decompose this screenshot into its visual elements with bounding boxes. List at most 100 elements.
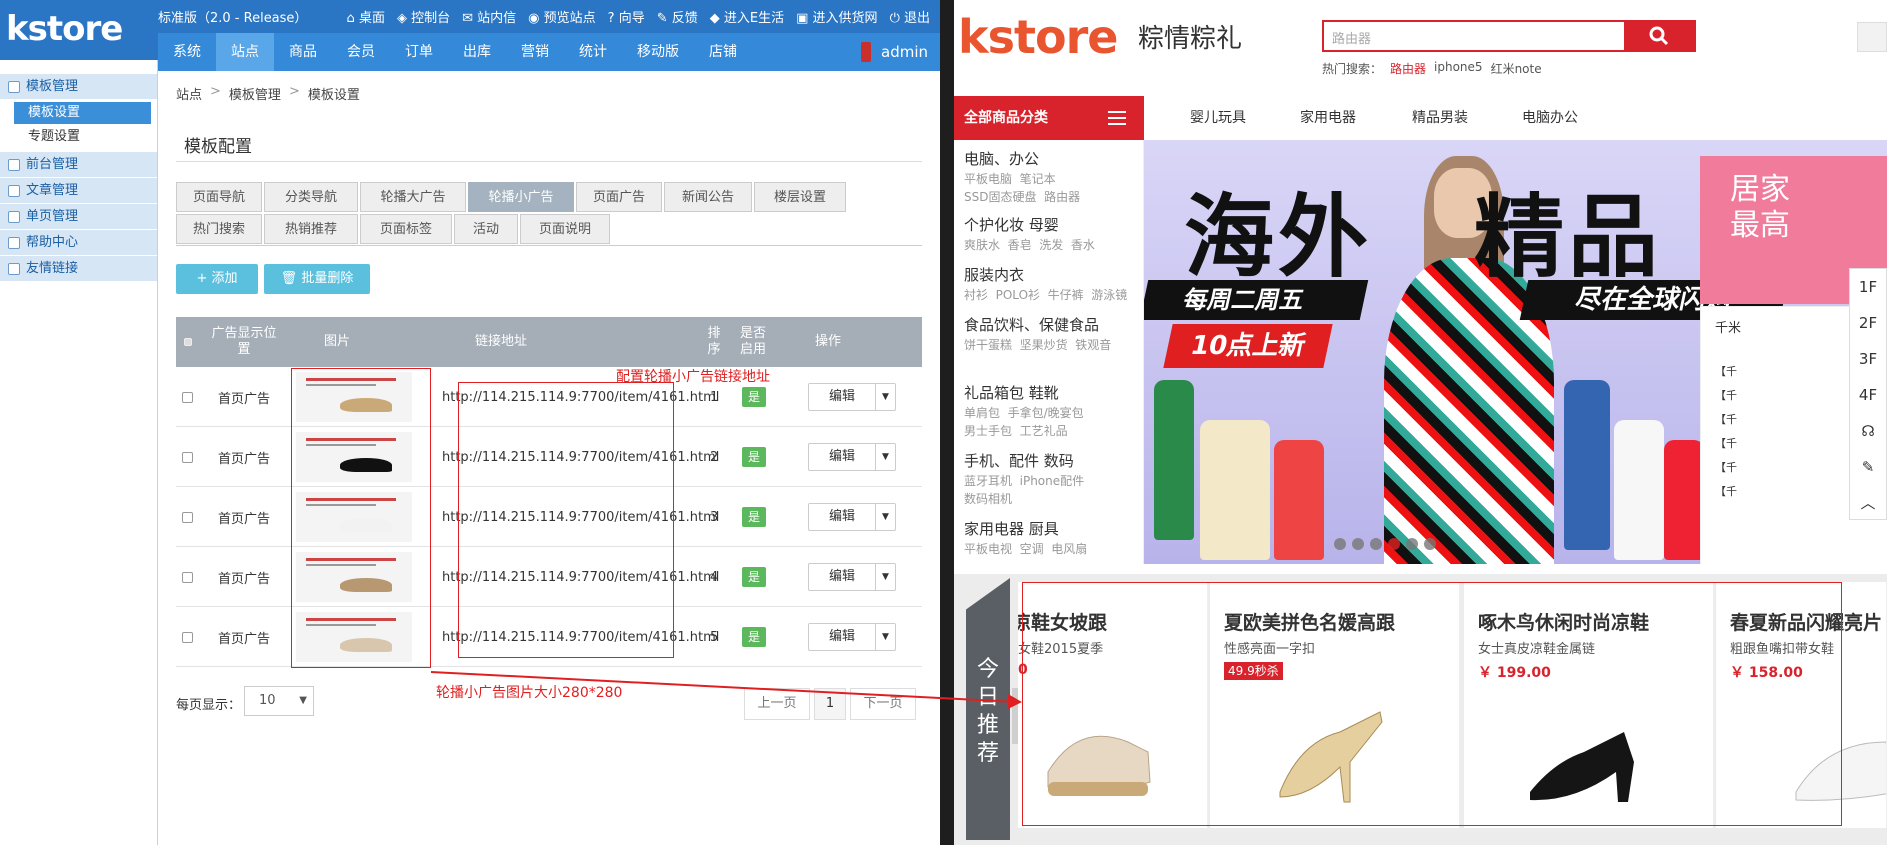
floor-1[interactable]: 1F <box>1850 269 1886 305</box>
caret-down-icon[interactable]: ▼ <box>875 384 895 410</box>
all-categories-button[interactable]: 全部商品分类 <box>954 96 1144 140</box>
toplink-supply[interactable]: ▣ 进入供货网 <box>796 7 877 26</box>
search-input[interactable]: 路由器 <box>1332 28 1371 47</box>
nav-member[interactable]: 会员 <box>332 33 390 71</box>
floor-3[interactable]: 3F <box>1850 341 1886 377</box>
main-banner[interactable]: 海外 精品 每周二周五 10点上新 尽在全球闪购 居家 最高 千米 【千 【千 【千… <box>1144 140 1887 564</box>
next-page-button[interactable]: 下一页 <box>850 688 916 720</box>
caret-down-icon[interactable]: ▼ <box>875 564 895 590</box>
prev-page-button[interactable]: 上一页 <box>744 688 810 720</box>
tab-page-tags[interactable]: 页面标签 <box>360 214 452 244</box>
pen-icon[interactable]: ✎ <box>1850 449 1886 485</box>
nav-marketing[interactable]: 营销 <box>506 33 564 71</box>
news-item[interactable]: 【千 <box>1715 411 1737 427</box>
category-subs[interactable]: 平板电视 空调 电风扇 <box>964 540 1087 558</box>
tab-floors[interactable]: 楼层设置 <box>754 182 846 212</box>
floor-2[interactable]: 2F <box>1850 305 1886 341</box>
page-number-button[interactable]: 1 <box>814 688 846 720</box>
category-title[interactable]: 礼品箱包 鞋靴 <box>964 382 1059 403</box>
sidebar-group-frontend[interactable]: 前台管理 <box>0 152 157 178</box>
tab-page-nav[interactable]: 页面导航 <box>176 182 262 212</box>
floor-4[interactable]: 4F <box>1850 377 1886 413</box>
tab-news[interactable]: 新闻公告 <box>664 182 752 212</box>
page-size-select[interactable]: 10 ▼ <box>244 686 314 716</box>
store-nav-office[interactable]: 电脑办公 <box>1522 96 1578 140</box>
select-all-checkbox[interactable] <box>180 317 196 367</box>
category-subs[interactable]: 平板电脑 笔记本 SSD固态硬盘 路由器 <box>964 170 1080 206</box>
tab-hot-recommend[interactable]: 热销推荐 <box>264 214 358 244</box>
hot-term[interactable]: iphone5 <box>1434 60 1483 77</box>
sidebar-group-articles[interactable]: 文章管理 <box>0 178 157 204</box>
caret-down-icon[interactable]: ▼ <box>875 444 895 470</box>
nav-mobile[interactable]: 移动版 <box>622 33 694 71</box>
tab-category-nav[interactable]: 分类导航 <box>264 182 358 212</box>
tab-page-ads[interactable]: 页面广告 <box>576 182 662 212</box>
breadcrumb-item[interactable]: 站点 <box>176 84 202 103</box>
sidebar-group-pages[interactable]: 单页管理 <box>0 204 157 230</box>
store-nav-menswear[interactable]: 精品男装 <box>1412 96 1468 140</box>
tab-activity[interactable]: 活动 <box>454 214 518 244</box>
breadcrumb-item[interactable]: 模板管理 <box>229 84 281 103</box>
store-nav-toys[interactable]: 婴儿玩具 <box>1190 96 1246 140</box>
row-checkbox[interactable] <box>182 631 193 643</box>
category-subs[interactable]: 衬衫 POLO衫 牛仔裤 游泳镜 <box>964 286 1127 304</box>
nav-outbound[interactable]: 出库 <box>448 33 506 71</box>
tab-carousel-small[interactable]: 轮播小广告 <box>468 182 574 212</box>
category-title[interactable]: 个护化妆 母婴 <box>964 214 1059 235</box>
toplink-messages[interactable]: ✉ 站内信 <box>462 7 516 26</box>
nav-order[interactable]: 订单 <box>390 33 448 71</box>
batch-delete-button[interactable]: 🗑 批量删除 <box>264 264 370 294</box>
sidebar-group-template[interactable]: 模板管理 <box>0 74 157 100</box>
cart-icon[interactable] <box>1857 22 1887 52</box>
row-checkbox[interactable] <box>182 391 193 403</box>
toplink-logout[interactable]: ⏻ 退出 <box>890 7 930 26</box>
news-item[interactable]: 【千 <box>1715 435 1737 451</box>
toplink-feedback[interactable]: ✎ 反馈 <box>657 7 698 26</box>
toplink-guide[interactable]: ? 向导 <box>608 7 645 26</box>
category-subs[interactable]: 爽肤水 香皂 洗发 香水 <box>964 236 1095 254</box>
carousel-dot[interactable] <box>1406 538 1418 550</box>
toplink-preview[interactable]: ◉ 预览站点 <box>528 7 596 26</box>
search-button[interactable] <box>1624 22 1694 50</box>
caret-down-icon[interactable]: ▼ <box>875 504 895 530</box>
news-item[interactable]: 【千 <box>1715 363 1737 379</box>
nav-goods[interactable]: 商品 <box>274 33 332 71</box>
carousel-dot[interactable] <box>1424 538 1436 550</box>
nav-site[interactable]: 站点 <box>216 33 274 71</box>
tab-carousel-large[interactable]: 轮播大广告 <box>360 182 466 212</box>
news-item[interactable]: 【千 <box>1715 387 1737 403</box>
category-title[interactable]: 食品饮料、保健食品 <box>964 314 1099 335</box>
toplink-elife[interactable]: ◆ 进入E生活 <box>710 7 784 26</box>
row-checkbox[interactable] <box>182 511 193 523</box>
toplink-console[interactable]: ◈ 控制台 <box>397 7 450 26</box>
hot-term[interactable]: 路由器 <box>1390 60 1426 77</box>
admin-logo[interactable]: kstore <box>0 0 158 60</box>
carousel-dot[interactable] <box>1370 538 1382 550</box>
caret-down-icon[interactable]: ▼ <box>875 624 895 650</box>
row-checkbox[interactable] <box>182 451 193 463</box>
carousel-dot[interactable] <box>1352 538 1364 550</box>
toplink-desktop[interactable]: ⌂ 桌面 <box>347 7 385 26</box>
carousel-dot[interactable] <box>1334 538 1346 550</box>
edit-button[interactable]: 编辑 <box>809 564 875 590</box>
store-nav-appliances[interactable]: 家用电器 <box>1300 96 1356 140</box>
category-subs[interactable]: 饼干蛋糕 坚果炒货 铁观音 <box>964 336 1111 354</box>
sidebar-group-links[interactable]: 友情链接 <box>0 256 157 282</box>
edit-button[interactable]: 编辑 <box>809 624 875 650</box>
news-item[interactable]: 【千 <box>1715 483 1737 499</box>
category-title[interactable]: 家用电器 厨具 <box>964 518 1059 539</box>
edit-button[interactable]: 编辑 <box>809 444 875 470</box>
edit-button[interactable]: 编辑 <box>809 504 875 530</box>
tab-page-desc[interactable]: 页面说明 <box>520 214 610 244</box>
store-logo[interactable]: kstore <box>958 10 1118 64</box>
sidebar-item-topic-settings[interactable]: 专题设置 <box>0 126 157 148</box>
add-button[interactable]: + 添加 <box>176 264 258 294</box>
nav-stats[interactable]: 统计 <box>564 33 622 71</box>
back-to-top-icon[interactable]: ︿ <box>1850 485 1886 521</box>
sidebar-item-template-settings[interactable]: 模板设置 <box>14 102 151 124</box>
category-subs[interactable]: 蓝牙耳机 iPhone配件 数码相机 <box>964 472 1084 508</box>
nav-store[interactable]: 店铺 <box>694 33 752 71</box>
news-item[interactable]: 【千 <box>1715 459 1737 475</box>
tab-hot-search[interactable]: 热门搜索 <box>176 214 262 244</box>
carousel-dot[interactable] <box>1388 538 1400 550</box>
